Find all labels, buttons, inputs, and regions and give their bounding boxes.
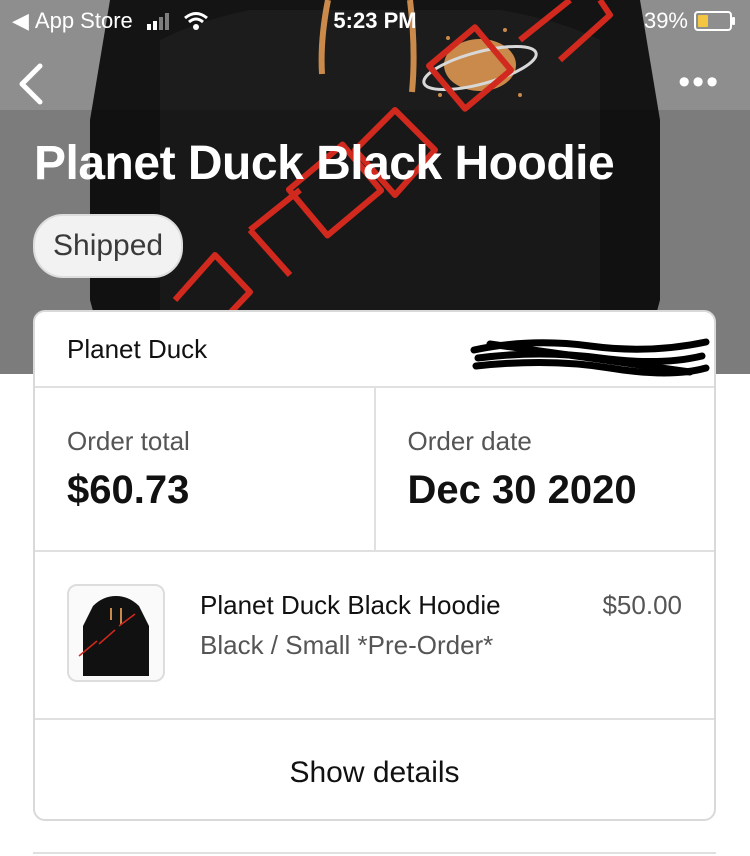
show-details-button[interactable]: Show details — [283, 755, 465, 791]
item-variant: Black / Small *Pre-Order* — [200, 630, 494, 660]
item-name: Planet Duck Black Hoodie — [200, 590, 501, 620]
line-item[interactable]: Planet Duck Black Hoodie Black / Small *… — [35, 552, 714, 720]
item-price: $50.00 — [602, 590, 682, 620]
order-card: Planet Duck Order total $60.73 Order dat… — [33, 310, 716, 821]
battery-fill — [698, 15, 708, 27]
shop-name: Planet Duck — [67, 334, 208, 364]
order-date-cell: Order date Dec 30 2020 — [373, 388, 715, 550]
status-badge: Shipped — [33, 214, 184, 278]
status-time: 5:23 PM — [333, 8, 417, 33]
order-stats: Order total $60.73 Order date Dec 30 202… — [35, 388, 714, 552]
back-chevron-icon[interactable] — [16, 62, 46, 106]
order-date-label: Order date — [407, 426, 532, 456]
order-total-cell: Order total $60.73 — [35, 388, 374, 550]
divider — [33, 852, 716, 854]
battery-percent: 39% — [643, 8, 688, 33]
page-title: Planet Duck Black Hoodie — [34, 137, 615, 190]
shop-row: Planet Duck — [35, 312, 714, 388]
status-bar: ◀ App Store 5:23 PM 39% — [0, 0, 750, 40]
item-thumbnail — [67, 584, 165, 682]
battery-icon — [694, 11, 735, 31]
more-options-icon[interactable]: ••• — [678, 65, 720, 99]
order-total-label: Order total — [67, 426, 190, 456]
order-total-value: $60.73 — [67, 468, 190, 512]
order-date-value: Dec 30 2020 — [407, 468, 637, 512]
details-row: Show details — [35, 720, 714, 819]
redaction-scribble — [470, 338, 710, 377]
